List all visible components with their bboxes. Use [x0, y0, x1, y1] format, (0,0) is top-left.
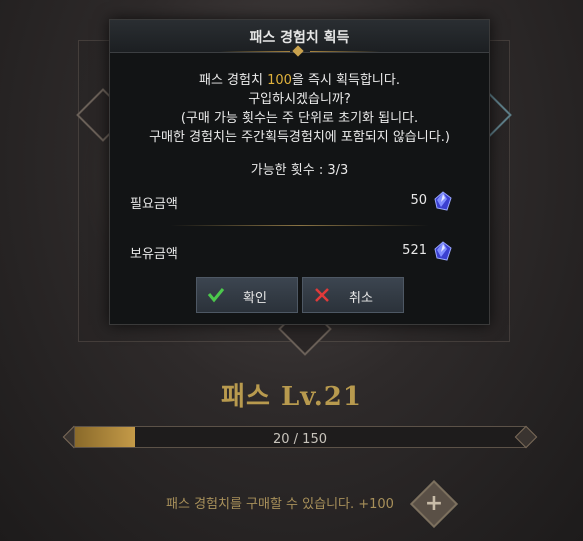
checkmark-icon [207, 288, 225, 303]
owned-amount-row: 보유금액 521 [130, 241, 469, 263]
cancel-label: 취소 [349, 291, 373, 306]
close-icon [315, 288, 329, 302]
blue-crystal-icon [434, 191, 452, 211]
blue-crystal-icon [434, 241, 452, 261]
progress-track: 20 / 150 [74, 426, 526, 448]
owned-value: 521 [402, 243, 427, 258]
purchase-note: 패스 경험치를 구매할 수 있습니다. +100 [166, 497, 394, 512]
message-line-3: (구매 가능 횟수는 주 단위로 초기화 됩니다. [180, 111, 419, 126]
message-line-4: 구매한 경험치는 주간획득경험치에 포함되지 않습니다.) [149, 130, 450, 145]
message-line-2: 구입하시겠습니까? [248, 92, 351, 107]
cancel-button[interactable]: 취소 [302, 277, 404, 313]
owned-label: 보유금액 [130, 247, 178, 262]
exp-amount: 100 [267, 73, 292, 88]
buy-exp-plus-button[interactable]: + [409, 479, 459, 529]
pass-level-title: 패스 Lv.21 [221, 382, 362, 412]
available-count: 가능한 횟수 : 3/3 [250, 163, 349, 178]
required-amount-row: 필요금액 50 [130, 191, 469, 213]
pass-progress-bar: 20 / 150 [60, 423, 540, 449]
header-ornament [219, 45, 380, 57]
required-label: 필요금액 [130, 197, 178, 212]
progress-text: 20 / 150 [273, 432, 327, 447]
message-line-1: 패스 경험치 100을 즉시 획득합니다. [199, 73, 400, 88]
purchase-exp-dialog: 패스 경험치 획득 패스 경험치 100을 즉시 획득합니다. 구입하시겠습니까… [109, 19, 490, 325]
required-value: 50 [410, 193, 427, 208]
dialog-header: 패스 경험치 획득 [110, 20, 489, 57]
amount-divider [170, 225, 429, 226]
dialog-title: 패스 경험치 획득 [249, 30, 350, 46]
confirm-label: 확인 [243, 291, 267, 306]
confirm-button[interactable]: 확인 [196, 277, 298, 313]
plus-icon: + [424, 491, 444, 516]
dialog-message: 패스 경험치 100을 즉시 획득합니다. 구입하시겠습니까? (구매 가능 횟… [110, 71, 489, 147]
